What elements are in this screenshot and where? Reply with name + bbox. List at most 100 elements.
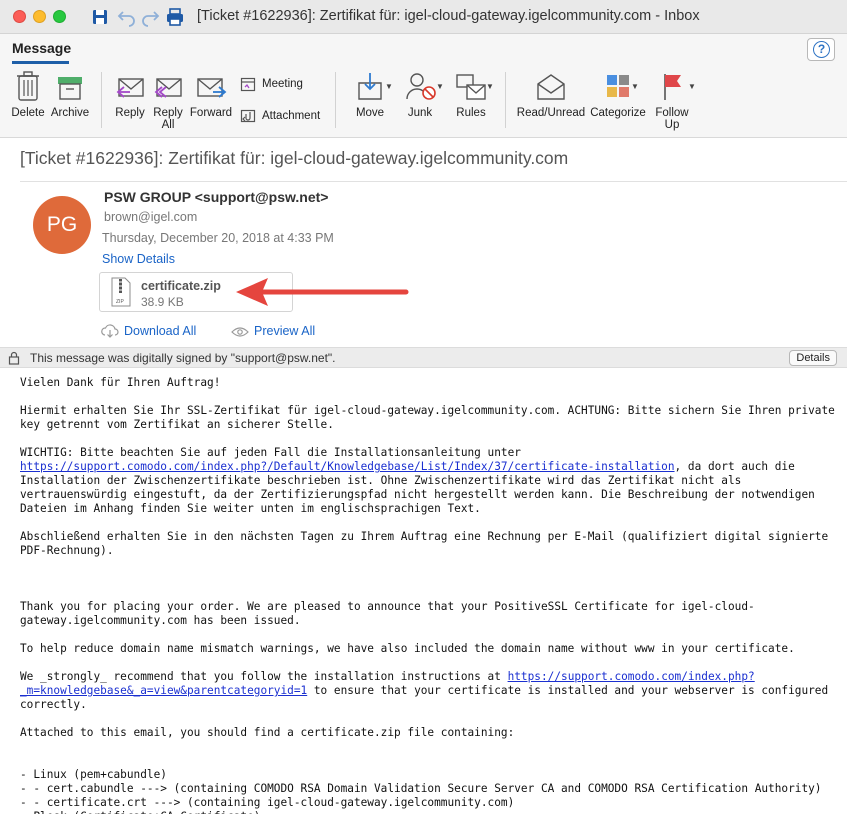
tab-message[interactable]: Message: [12, 40, 71, 56]
body-paragraph-link-line: _m=knowledgebase&_a=view&parentcategoryi…: [20, 684, 835, 698]
follow-up-button[interactable]: Follow Up: [652, 69, 692, 131]
installation-guide-link[interactable]: https://support.comodo.com/index.php?/De…: [20, 460, 675, 473]
body-text: to ensure that your certificate is insta…: [307, 684, 829, 697]
attachment-button[interactable]: Attachment: [240, 108, 320, 124]
move-icon: [358, 73, 382, 100]
message-datetime: Thursday, December 20, 2018 at 4:33 PM: [102, 231, 334, 245]
junk-dropdown-chevron-icon[interactable]: ▼: [436, 82, 444, 91]
body-paragraph-link-line: https://support.comodo.com/index.php?/De…: [20, 460, 835, 474]
meeting-button[interactable]: Meeting: [240, 76, 303, 92]
flag-icon: [664, 74, 681, 100]
toolbar-separator: [505, 72, 506, 128]
help-icon: ?: [813, 41, 830, 58]
follow-up-dropdown-chevron-icon[interactable]: ▼: [688, 82, 696, 91]
reply-icon: [116, 78, 144, 98]
reply-label: Reply: [115, 107, 145, 119]
rules-icon: [456, 74, 486, 100]
categorize-icon: [607, 75, 629, 97]
move-button[interactable]: Move: [348, 69, 392, 119]
rules-button[interactable]: Rules: [450, 69, 492, 119]
sender-name[interactable]: PSW GROUP <support@psw.net>: [104, 189, 328, 205]
trash-icon: [17, 71, 39, 101]
window-maximize-button[interactable]: [53, 10, 66, 23]
lock-icon: [8, 351, 20, 365]
archive-label: Archive: [50, 107, 90, 119]
body-paragraph: correctly.: [20, 698, 87, 711]
move-dropdown-chevron-icon[interactable]: ▼: [385, 82, 393, 91]
recipient[interactable]: brown@igel.com: [104, 210, 197, 224]
help-button[interactable]: ?: [807, 38, 835, 61]
window-close-button[interactable]: [13, 10, 26, 23]
comodo-kb-link[interactable]: https://support.comodo.com/index.php?: [508, 670, 755, 683]
preview-all-link[interactable]: Preview All: [231, 324, 315, 338]
annotation-arrow-icon: [236, 278, 409, 306]
junk-button[interactable]: Junk: [400, 69, 440, 119]
body-paragraph: Abschließend erhalten Sie in den nächste…: [20, 530, 829, 557]
zip-file-icon: ZIP: [111, 277, 131, 307]
save-icon[interactable]: [90, 7, 110, 27]
read-unread-button[interactable]: Read/Unread: [515, 69, 587, 119]
reply-all-label-1: Reply: [153, 107, 183, 119]
body-paragraph: Attached to this email, you should find …: [20, 726, 515, 739]
download-all-link[interactable]: Download All: [101, 324, 196, 338]
cloud-download-icon: [101, 324, 119, 338]
body-paragraph: To help reduce domain name mismatch warn…: [20, 642, 795, 655]
body-paragraph: - Linux (pem+cabundle) - - cert.cabundle…: [20, 768, 822, 814]
categorize-label: Categorize: [590, 107, 646, 119]
junk-icon: [406, 73, 436, 100]
categorize-dropdown-chevron-icon[interactable]: ▼: [631, 82, 639, 91]
signature-text: This message was digitally signed by "su…: [30, 351, 336, 365]
read-unread-label: Read/Unread: [516, 107, 586, 119]
move-label: Move: [355, 107, 385, 119]
delete-button[interactable]: Delete: [10, 69, 46, 119]
signature-bar: This message was digitally signed by "su…: [0, 347, 847, 368]
signature-details-button[interactable]: Details: [789, 350, 837, 366]
forward-button[interactable]: Forward: [189, 69, 233, 119]
window-title: [Ticket #1622936]: Zertifikat für: igel-…: [197, 8, 700, 24]
svg-text:ZIP: ZIP: [116, 299, 124, 305]
comodo-kb-link-cont[interactable]: _m=knowledgebase&_a=view&parentcategoryi…: [20, 684, 307, 697]
body-paragraph: WICHTIG: Bitte beachten Sie auf jeden Fa…: [20, 446, 521, 459]
meeting-label: Meeting: [262, 78, 303, 91]
reply-all-label-2: All: [161, 119, 175, 131]
rules-label: Rules: [456, 107, 486, 119]
archive-icon: [58, 77, 82, 100]
body-paragraph: Installation der Zwischenzertifikate bes…: [20, 474, 815, 515]
delete-label: Delete: [11, 107, 45, 119]
print-icon[interactable]: [165, 7, 185, 27]
reply-all-icon: [154, 78, 182, 98]
message-subject: [Ticket #1622936]: Zertifikat für: igel-…: [20, 148, 569, 168]
forward-label: Forward: [189, 107, 233, 119]
attachment-size: 38.9 KB: [141, 295, 184, 309]
ribbon-tab-row: Message ?: [0, 34, 847, 64]
calendar-icon: [240, 77, 256, 92]
toolbar-separator: [335, 72, 336, 128]
avatar: PG: [33, 196, 91, 254]
redo-icon[interactable]: [140, 7, 160, 27]
body-paragraph: Hiermit erhalten Sie Ihr SSL-Zertifikat …: [20, 404, 835, 431]
categorize-button[interactable]: Categorize: [589, 69, 647, 119]
follow-up-label-2: Up: [664, 119, 680, 131]
message-body: Vielen Dank für Ihren Auftrag! ​ Hiermit…: [20, 376, 835, 814]
body-paragraph: Vielen Dank für Ihren Auftrag!: [20, 376, 221, 389]
junk-label: Junk: [407, 107, 433, 119]
archive-button[interactable]: Archive: [50, 69, 90, 119]
body-text: We _strongly_ recommend that you follow …: [20, 670, 508, 683]
window-minimize-button[interactable]: [33, 10, 46, 23]
body-paragraph: Thank you for placing your order. We are…: [20, 600, 755, 627]
ribbon-toolbar: Delete Archive Reply Reply All Forward M…: [0, 64, 847, 138]
body-paragraph-link-line: We _strongly_ recommend that you follow …: [20, 670, 835, 684]
show-details-link[interactable]: Show Details: [102, 252, 175, 266]
subject-divider: [20, 181, 847, 182]
toolbar-separator: [101, 72, 102, 128]
paperclip-reply-icon: [240, 109, 256, 123]
reply-all-button[interactable]: Reply All: [150, 69, 186, 131]
eye-icon: [231, 327, 249, 337]
reply-button[interactable]: Reply: [112, 69, 148, 119]
rules-dropdown-chevron-icon[interactable]: ▼: [486, 82, 494, 91]
undo-icon[interactable]: [117, 7, 137, 27]
attachment-name: certificate.zip: [141, 279, 221, 293]
title-bar: [Ticket #1622936]: Zertifikat für: igel-…: [0, 0, 847, 34]
follow-up-label-1: Follow: [655, 107, 689, 119]
preview-all-label: Preview All: [254, 324, 316, 338]
